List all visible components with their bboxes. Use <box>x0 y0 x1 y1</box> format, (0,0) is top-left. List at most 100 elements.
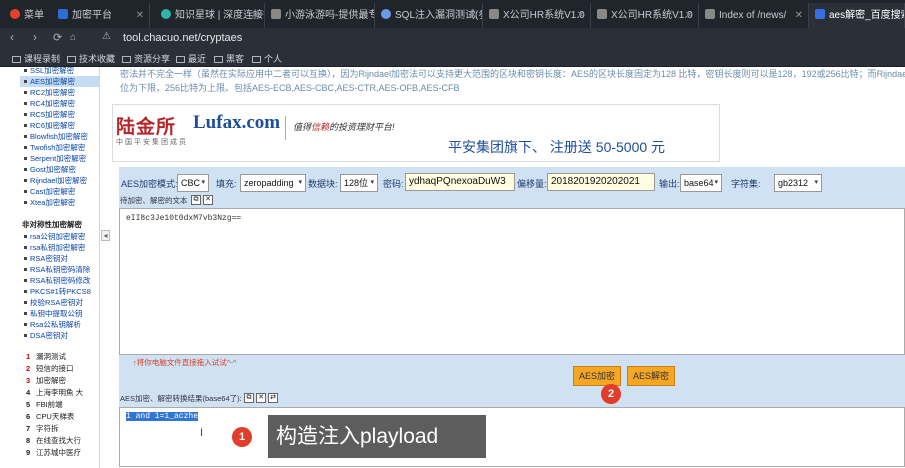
charset-select[interactable]: gb2312 ▾ <box>774 174 822 192</box>
bookmark-folder[interactable]: 资源分享 <box>122 52 170 65</box>
sidebar-collapse-icon[interactable]: ◂ <box>101 230 110 241</box>
browser-tab[interactable]: aes解密_百度搜索 <box>809 3 905 28</box>
baidu-icon <box>815 9 825 19</box>
aes-encrypt-button[interactable]: AES加密 <box>573 366 622 386</box>
opera-icon <box>10 9 20 19</box>
source-toolbar: 待加密、解密的文本 ⧉ ✕ <box>119 195 905 207</box>
bookmark-folder[interactable]: 技术收藏 <box>67 52 115 65</box>
blocksize-label: 数据块: <box>308 179 338 189</box>
bookmark-folder[interactable]: 最近 <box>176 52 206 65</box>
sidebar-item[interactable]: Rsa公私钥解析 <box>20 319 99 330</box>
sidebar-item[interactable]: Blowfish加密解密 <box>20 131 99 142</box>
bookmark-folder[interactable]: 个人 <box>252 52 282 65</box>
close-tab-icon[interactable]: ✕ <box>685 3 693 28</box>
ranking-item[interactable]: 2 短信的接口 <box>20 363 99 375</box>
clear-icon[interactable]: ✕ <box>203 195 213 205</box>
browser-tab[interactable]: Index of /news/✕ <box>699 3 809 28</box>
sidebar-item[interactable]: RSA私钥密码清除 <box>20 264 99 275</box>
output-select[interactable]: base64 ▾ <box>680 174 722 192</box>
sidebar-item[interactable]: Serpent加密解密 <box>20 153 99 164</box>
iv-input[interactable]: 2018201920202021 <box>547 173 655 191</box>
back-icon[interactable]: ‹ <box>10 30 14 44</box>
sidebar-item[interactable]: PKCS#1转PKCS8 <box>20 286 99 297</box>
output-label: 输出: <box>659 179 680 189</box>
ranking-item[interactable]: 9 江苏城中医疗 <box>20 447 99 459</box>
sidebar-item[interactable]: Twofish加密解密 <box>20 142 99 153</box>
close-tab-icon[interactable]: ✕ <box>251 3 259 28</box>
clear-icon[interactable]: ✕ <box>256 393 266 403</box>
bookmark-folder[interactable]: 课程录制 <box>12 52 60 65</box>
browser-tab[interactable]: 加密平台 ✕ <box>52 3 150 28</box>
ranking-item[interactable]: 3 加密解密 <box>20 375 99 387</box>
sidebar-item[interactable]: 校验RSA密钥对 <box>20 297 99 308</box>
ad-banner[interactable]: 陆金所 Lufax.com 中国平安集团成员 值得信赖的投资理财平台! 平安集团… <box>112 104 720 162</box>
reload-icon[interactable]: ⟳ <box>53 31 62 44</box>
url-field[interactable]: tool.chacuo.net/cryptaes <box>123 32 242 44</box>
forward-icon[interactable]: › <box>33 30 37 44</box>
sidebar-item[interactable]: Rijndael加密解密 <box>20 175 99 186</box>
warning-icon[interactable]: ⚠ <box>102 31 111 42</box>
blocksize-select[interactable]: 128位 ▾ <box>340 174 378 192</box>
drag-file-hint: ↑将你电脑文件直接拖入试试^-^ <box>133 358 237 367</box>
chevron-down-icon: ▾ <box>298 179 302 186</box>
mode-select[interactable]: CBC ▾ <box>177 174 209 192</box>
home-icon[interactable]: ⌂ <box>70 32 76 43</box>
sidebar-item[interactable]: RC2加密解密 <box>20 87 99 98</box>
swap-icon[interactable]: ⇄ <box>268 393 278 403</box>
sidebar-item[interactable]: Cast加密解密 <box>20 186 99 197</box>
browser-tab-bar: 菜单 加密平台 ✕ 知识星球 | 深度连接铁 ✕ 小游泳游吗-提供最专 ✕ SQL注入… <box>0 0 905 28</box>
aes-description: 密法并不完全一样（虽然在实际应用中二者可以互换），因为Rijndael加密法可以… <box>120 69 905 93</box>
close-tab-icon[interactable]: ✕ <box>136 3 144 28</box>
sidebar-item[interactable]: Gost加密解密 <box>20 164 99 175</box>
ranking-item[interactable]: 1 漏洞测试 <box>20 351 99 363</box>
close-tab-icon[interactable]: ✕ <box>469 3 477 28</box>
result-text-selected: 1 and 1=1_aczhe <box>126 412 199 421</box>
padding-select[interactable]: zeropadding ▾ <box>240 174 306 192</box>
site-icon <box>381 9 391 19</box>
folder-icon <box>12 56 21 63</box>
page-icon <box>489 9 499 19</box>
copy-icon[interactable]: ⧉ <box>244 393 254 403</box>
sidebar-item[interactable]: RC4加密解密 <box>20 98 99 109</box>
ranking-item[interactable]: 8 在线查找大行 <box>20 435 99 447</box>
ranking-item[interactable]: 4 上海李明魚 大 <box>20 387 99 399</box>
ranking-item[interactable]: 5 FBI前端 <box>20 399 99 411</box>
sidebar-item[interactable]: Xtea加密解密 <box>20 197 99 208</box>
source-textarea[interactable]: eII8c3Je10t0dxM7vb3Nzg== <box>119 208 905 355</box>
sidebar-item-aes[interactable]: AES加密解密 <box>20 76 99 87</box>
sidebar-item[interactable]: RC5加密解密 <box>20 109 99 120</box>
key-input[interactable]: ydhaqPQnexoaDuW3 <box>405 173 515 191</box>
bookmark-folder[interactable]: 黑客 <box>214 52 244 65</box>
sidebar-item[interactable]: RC6加密解密 <box>20 120 99 131</box>
browser-tab[interactable]: X公司HR系统V1.0 ✕ <box>483 3 591 28</box>
folder-icon <box>252 56 261 63</box>
folder-icon <box>214 56 223 63</box>
close-tab-icon[interactable]: ✕ <box>577 3 585 28</box>
close-tab-icon[interactable]: ✕ <box>361 3 369 28</box>
aes-decrypt-button[interactable]: AES解密 <box>627 366 676 386</box>
ranking-item[interactable]: 6 CPU天梯表 <box>20 411 99 423</box>
copy-icon[interactable]: ⧉ <box>191 195 201 205</box>
sidebar-section-title: 非对称性加密解密 <box>22 220 82 229</box>
key-label: 密码: <box>383 179 404 189</box>
browser-tab[interactable]: SQL注入漏洞测试(参 ✕ <box>375 3 483 28</box>
close-tab-icon[interactable]: ✕ <box>795 3 803 28</box>
step-badge-1: 1 <box>232 427 252 447</box>
browser-tab[interactable]: 菜单 <box>4 3 52 28</box>
sidebar-item[interactable]: RSA密钥对 <box>20 253 99 264</box>
mode-label: AES加密模式: <box>121 179 178 189</box>
ranking-item[interactable]: 7 字符拆 <box>20 423 99 435</box>
site-icon <box>161 9 171 19</box>
sidebar-item[interactable]: rsa公钥加密解密 <box>20 231 99 242</box>
sidebar-item[interactable]: RSA私钥密码修改 <box>20 275 99 286</box>
ad-logo-cn: 陆金所 <box>116 117 177 138</box>
browser-tab[interactable]: 小游泳游吗-提供最专 ✕ <box>265 3 375 28</box>
browser-tab[interactable]: 知识星球 | 深度连接铁 ✕ <box>155 3 265 28</box>
sidebar-item[interactable]: rsa私钥加密解密 <box>20 242 99 253</box>
ad-divider <box>285 116 286 140</box>
sidebar-item[interactable]: DSA密钥对 <box>20 330 99 341</box>
annotation-callout: 构造注入playload <box>268 415 486 458</box>
sidebar-item[interactable]: SSL加密解密 <box>20 67 99 76</box>
browser-tab[interactable]: X公司HR系统V1.0 ✕ <box>591 3 699 28</box>
sidebar-item[interactable]: 私钥中提取公钥 <box>20 308 99 319</box>
